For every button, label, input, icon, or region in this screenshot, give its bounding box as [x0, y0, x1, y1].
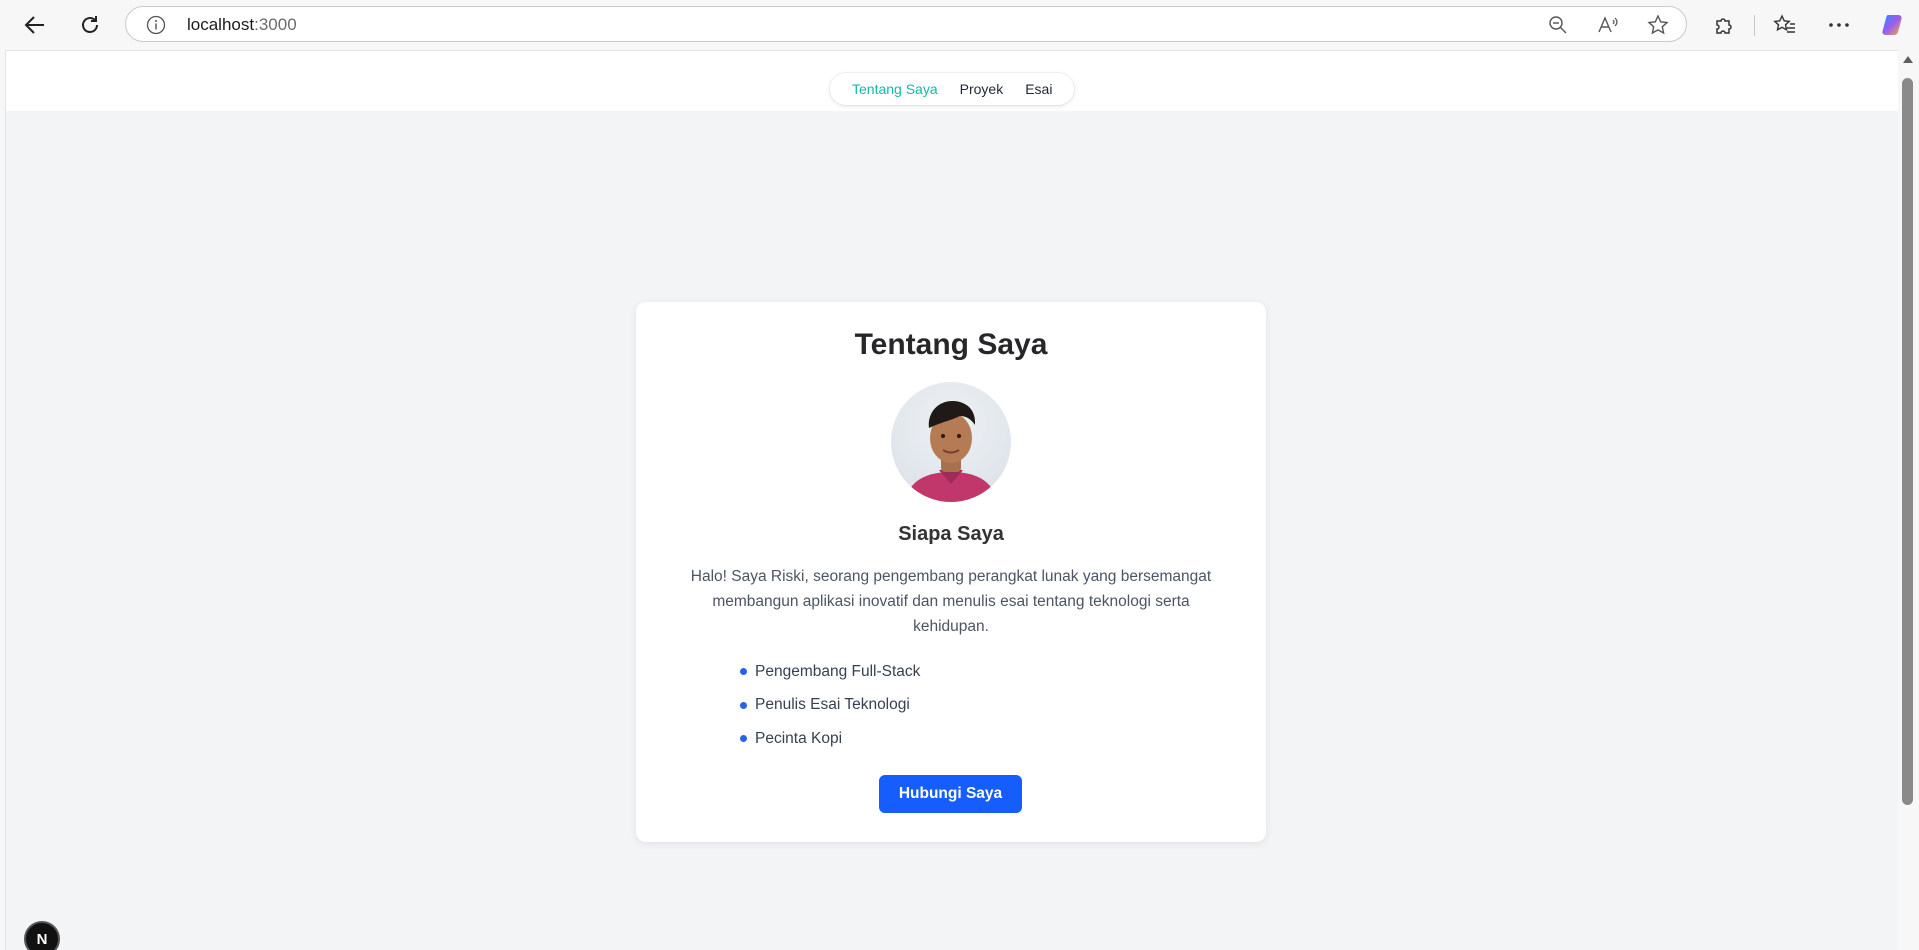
- nav-esai[interactable]: Esai: [1025, 81, 1052, 97]
- avatar: [891, 382, 1011, 502]
- favorite-star-icon[interactable]: [1647, 14, 1669, 36]
- list-item: Penulis Esai Teknologi: [740, 689, 920, 723]
- contact-button[interactable]: Hubungi Saya: [879, 775, 1022, 813]
- address-bar[interactable]: localhost:3000: [125, 6, 1687, 42]
- nav-proyek[interactable]: Proyek: [960, 81, 1004, 97]
- favorites-icon[interactable]: [1772, 12, 1798, 38]
- bullet-icon: [740, 701, 747, 709]
- skill-label: Pecinta Kopi: [755, 729, 843, 747]
- section-subtitle: Siapa Saya: [898, 523, 1004, 545]
- site-header: Tentang Saya Proyek Esai: [6, 51, 1898, 111]
- scroll-up-arrow-icon[interactable]: [1903, 56, 1913, 63]
- read-aloud-icon[interactable]: [1597, 14, 1619, 36]
- url-port: :3000: [254, 15, 297, 34]
- zoom-out-icon[interactable]: [1547, 14, 1569, 36]
- scroll-thumb[interactable]: [1902, 78, 1913, 805]
- skills-list: Pengembang Full-Stack Penulis Esai Tekno…: [740, 655, 920, 756]
- extensions-icon[interactable]: [1711, 12, 1737, 38]
- bio-text: Halo! Saya Riski, seorang pengembang per…: [690, 568, 1212, 635]
- refresh-icon[interactable]: [74, 9, 106, 41]
- url-host: localhost: [187, 15, 255, 34]
- about-card: Tentang Saya Siapa Saya Halo! Saya Riski…: [636, 302, 1266, 842]
- list-item: Pengembang Full-Stack: [740, 655, 920, 689]
- back-arrow-icon[interactable]: [19, 9, 51, 41]
- bullet-icon: [740, 668, 747, 676]
- copilot-icon[interactable]: [1880, 12, 1906, 38]
- skill-label: Pengembang Full-Stack: [755, 662, 921, 680]
- more-icon[interactable]: [1826, 12, 1852, 38]
- card-title: Tentang Saya: [854, 328, 1048, 361]
- skill-label: Penulis Esai Teknologi: [755, 696, 910, 714]
- bullet-icon: [740, 735, 747, 743]
- scrollbar[interactable]: [1898, 50, 1919, 950]
- info-icon[interactable]: [146, 15, 166, 35]
- profile-photo: [905, 400, 997, 502]
- nextjs-dev-badge[interactable]: N: [24, 921, 60, 950]
- toolbar-separator: [1754, 15, 1755, 36]
- page-viewport: Tentang Saya Proyek Esai Tentang Saya Si…: [5, 50, 1898, 950]
- nav-tentang-saya[interactable]: Tentang Saya: [852, 81, 938, 97]
- browser-toolbar: localhost:3000: [0, 0, 1919, 50]
- url-text[interactable]: localhost:3000: [187, 15, 297, 35]
- list-item: Pecinta Kopi: [740, 722, 920, 756]
- main-nav: Tentang Saya Proyek Esai: [830, 73, 1075, 105]
